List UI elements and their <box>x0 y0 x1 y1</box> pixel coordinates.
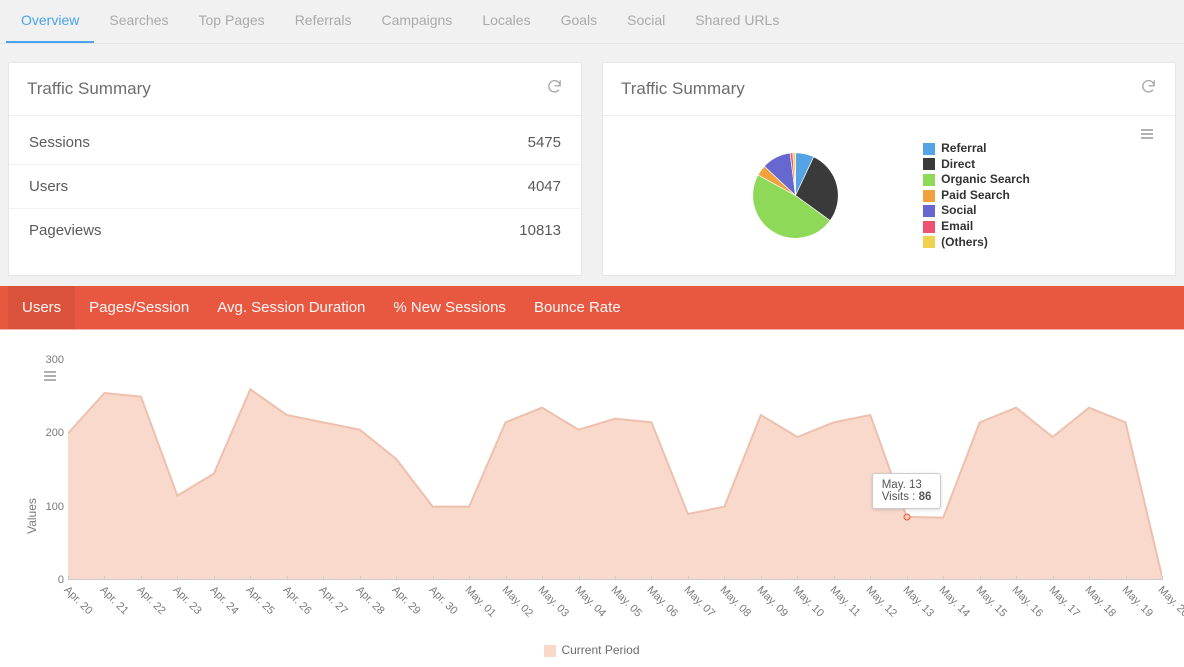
chart-x-tick: Apr. 24 <box>207 584 240 617</box>
chart-x-tick: May. 19 <box>1119 584 1155 620</box>
chart-point-marker <box>903 514 910 521</box>
nav-tab-social[interactable]: Social <box>612 0 680 43</box>
stat-label: Users <box>29 178 68 195</box>
legend-item[interactable]: Paid Search <box>923 188 1030 204</box>
legend-swatch <box>923 190 935 202</box>
chart-x-tick: Apr. 28 <box>353 584 386 617</box>
stat-value: 5475 <box>528 134 561 151</box>
chart-legend: Current Period <box>22 635 1162 657</box>
metric-tab--new-sessions[interactable]: % New Sessions <box>379 286 520 329</box>
chart-x-axis: Apr. 20Apr. 21Apr. 22Apr. 23Apr. 24Apr. … <box>68 580 1162 635</box>
chart-y-tick: 200 <box>24 427 64 439</box>
legend-label: Social <box>941 203 976 219</box>
legend-item[interactable]: Email <box>923 219 1030 235</box>
chart-x-tick: May. 16 <box>1010 584 1046 620</box>
legend-label: Current Period <box>561 643 639 657</box>
nav-tab-referrals[interactable]: Referrals <box>280 0 367 43</box>
chart-x-tick: May. 11 <box>827 584 862 619</box>
chart-x-tick: May. 02 <box>499 584 535 620</box>
chart-x-tick: Apr. 25 <box>244 584 277 617</box>
chart-x-tick: Apr. 30 <box>426 584 459 617</box>
chart-x-tick: May. 07 <box>681 584 717 620</box>
metric-tab-avg-session-duration[interactable]: Avg. Session Duration <box>203 286 379 329</box>
legend-label: Email <box>941 219 973 235</box>
stat-label: Pageviews <box>29 222 102 239</box>
nav-tab-searches[interactable]: Searches <box>94 0 183 43</box>
chart-x-tick: Apr. 26 <box>280 584 313 617</box>
legend-swatch <box>923 221 935 233</box>
pie-chart <box>748 148 843 243</box>
chart-x-tick: May. 09 <box>754 584 790 620</box>
stat-row: Users 4047 <box>9 165 581 209</box>
legend-item[interactable]: Organic Search <box>923 172 1030 188</box>
chart-x-tick: May. 12 <box>864 584 900 620</box>
stat-label: Sessions <box>29 134 90 151</box>
chart-x-tick: Apr. 22 <box>134 584 167 617</box>
traffic-summary-panel-stats: Traffic Summary Sessions 5475 Users 4047 Pag… <box>8 62 582 276</box>
chart-x-tick: May. 03 <box>536 584 572 620</box>
chart-menu-icon[interactable] <box>42 368 58 387</box>
legend-item[interactable]: Direct <box>923 157 1030 173</box>
panel-title: Traffic Summary <box>621 79 745 99</box>
legend-item[interactable]: Referral <box>923 141 1030 157</box>
nav-tab-goals[interactable]: Goals <box>546 0 613 43</box>
legend-swatch <box>923 236 935 248</box>
chart-menu-icon[interactable] <box>1139 126 1155 145</box>
nav-tab-shared-urls[interactable]: Shared URLs <box>680 0 794 43</box>
pie-legend: ReferralDirectOrganic SearchPaid SearchS… <box>923 141 1030 250</box>
metric-tab-bounce-rate[interactable]: Bounce Rate <box>520 286 635 329</box>
chart-x-tick: May. 06 <box>645 584 681 620</box>
nav-tab-top-pages[interactable]: Top Pages <box>184 0 280 43</box>
legend-label: (Others) <box>941 235 988 251</box>
legend-item[interactable]: Social <box>923 203 1030 219</box>
chart-x-tick: Apr. 23 <box>171 584 204 617</box>
chart-x-tick: May. 05 <box>609 584 645 620</box>
stats-list: Sessions 5475 Users 4047 Pageviews 10813 <box>9 116 581 267</box>
chart-x-tick: May. 13 <box>900 584 936 620</box>
panel-title: Traffic Summary <box>27 79 151 99</box>
stat-value: 4047 <box>528 178 561 195</box>
refresh-icon[interactable] <box>546 78 563 100</box>
nav-tab-campaigns[interactable]: Campaigns <box>366 0 467 43</box>
chart-x-tick: May. 10 <box>791 584 827 620</box>
area-chart: 0100200300May. 13Visits : 86 <box>68 360 1162 580</box>
stat-row: Pageviews 10813 <box>9 209 581 252</box>
stat-value: 10813 <box>519 222 561 239</box>
chart-x-tick: May. 08 <box>718 584 754 620</box>
chart-x-tick: May. 18 <box>1083 584 1119 620</box>
traffic-summary-panel-pie: Traffic Summary ReferralDirectOrganic Se… <box>602 62 1176 276</box>
legend-label: Paid Search <box>941 188 1010 204</box>
legend-item[interactable]: (Others) <box>923 235 1030 251</box>
legend-swatch <box>923 205 935 217</box>
legend-swatch <box>923 158 935 170</box>
metric-tab-users[interactable]: Users <box>8 286 75 329</box>
chart-x-tick: May. 01 <box>463 584 499 620</box>
chart-x-tick: May. 17 <box>1046 584 1082 620</box>
chart-x-tick: May. 15 <box>973 584 1009 620</box>
legend-label: Direct <box>941 157 975 173</box>
chart-y-tick: 300 <box>24 354 64 366</box>
chart-y-tick: 0 <box>24 574 64 586</box>
chart-x-tick: Apr. 29 <box>390 584 423 617</box>
chart-x-tick: Apr. 20 <box>62 584 95 617</box>
chart-x-tick: May. 04 <box>572 584 608 620</box>
chart-y-tick: 100 <box>24 501 64 513</box>
legend-label: Organic Search <box>941 172 1030 188</box>
metric-tabs: UsersPages/SessionAvg. Session Duration%… <box>0 286 1184 329</box>
chart-x-tick: Apr. 21 <box>98 584 131 617</box>
nav-tab-overview[interactable]: Overview <box>6 0 94 43</box>
legend-label: Referral <box>941 141 986 157</box>
metric-tab-pages-session[interactable]: Pages/Session <box>75 286 203 329</box>
refresh-icon[interactable] <box>1140 78 1157 100</box>
stat-row: Sessions 5475 <box>9 121 581 165</box>
nav-tabs: OverviewSearchesTop PagesReferralsCampai… <box>0 0 1184 44</box>
legend-swatch <box>923 174 935 186</box>
chart-x-tick: Apr. 27 <box>317 584 350 617</box>
nav-tab-locales[interactable]: Locales <box>467 0 545 43</box>
legend-swatch <box>923 143 935 155</box>
chart-x-tick: May. 14 <box>937 584 973 620</box>
legend-swatch <box>544 645 556 657</box>
chart-x-tick: May. 20 <box>1156 584 1184 620</box>
chart-area: Values 0100200300May. 13Visits : 86 Apr.… <box>0 329 1184 667</box>
